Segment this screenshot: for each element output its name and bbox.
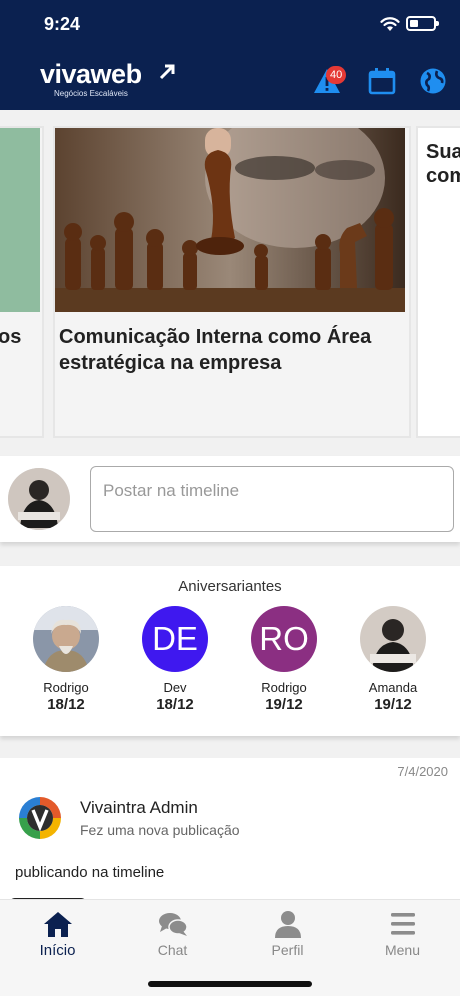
- home-indicator: [148, 981, 312, 987]
- post-author[interactable]: Vivaintra Admin: [80, 798, 198, 818]
- news-title-partial-next: Sua com: [426, 141, 460, 187]
- user-icon: [274, 911, 301, 938]
- tab-inicio[interactable]: Início: [0, 910, 115, 959]
- tab-perfil[interactable]: Perfil: [230, 910, 345, 958]
- news-carousel[interactable]: os Comunicação Interna como Área estraté…: [0, 120, 460, 440]
- birthday-person[interactable]: DE Dev 18/12: [125, 606, 225, 713]
- post-date: 7/4/2020: [397, 764, 448, 779]
- globe-icon[interactable]: [418, 66, 448, 96]
- calendar-icon[interactable]: [367, 66, 397, 96]
- chat-icon: [158, 913, 188, 936]
- tab-menu[interactable]: Menu: [345, 910, 460, 958]
- status-bar: 9:24: [0, 0, 460, 48]
- birthday-name: Rodrigo: [43, 680, 89, 695]
- battery-icon: [406, 16, 439, 31]
- birthdays-section: Aniversariantes Rodrigo 18/12 DE Dev 18/…: [0, 566, 460, 736]
- birthday-name: Amanda: [368, 680, 418, 695]
- avatar: [360, 606, 426, 672]
- news-card-previous[interactable]: os: [0, 126, 44, 438]
- news-card[interactable]: Comunicação Interna como Área estratégic…: [53, 126, 411, 438]
- timeline-post: 7/4/2020 Vivaintra Admin Fez uma nova pu…: [0, 758, 460, 918]
- vivaweb-logo[interactable]: vivaweb Negócios Escaláveis: [40, 60, 180, 104]
- tab-label: Chat: [157, 942, 188, 958]
- news-title: Comunicação Interna como Área estratégic…: [59, 326, 372, 374]
- home-icon: [43, 912, 72, 937]
- logo-arrow-icon: [159, 64, 175, 80]
- birthday-date: 18/12: [47, 696, 85, 713]
- menu-icon: [390, 913, 415, 935]
- post-timeline-input[interactable]: Postar na timeline: [90, 466, 454, 532]
- birthdays-title: Aniversariantes: [178, 578, 282, 595]
- vivaintra-logo-icon[interactable]: [18, 796, 62, 840]
- avatar: [33, 606, 99, 672]
- avatar: RO: [251, 606, 317, 672]
- birthday-date: 19/12: [265, 696, 303, 713]
- tab-label: Perfil: [271, 942, 304, 958]
- avatar: DE: [142, 606, 208, 672]
- birthday-date: 19/12: [374, 696, 412, 713]
- birthday-person[interactable]: RO Rodrigo 19/12: [234, 606, 334, 713]
- app-header: 9:24 vivaweb Negócios Escaláveis 40: [0, 0, 460, 110]
- birthday-person[interactable]: Amanda 19/12: [343, 606, 443, 713]
- news-title-partial: os: [0, 326, 22, 348]
- notification-badge: 40: [326, 66, 347, 84]
- post-text: publicando na timeline: [15, 864, 165, 881]
- birthday-person[interactable]: Rodrigo 18/12: [16, 606, 116, 713]
- logo-subtitle: Negócios Escaláveis: [54, 89, 128, 98]
- chess-news-image: [55, 128, 405, 312]
- news-image: [0, 128, 40, 312]
- birthday-date: 18/12: [156, 696, 194, 713]
- tab-chat[interactable]: Chat: [115, 910, 230, 958]
- news-card-next[interactable]: Sua com: [416, 126, 460, 438]
- birthday-name: Dev: [163, 680, 187, 695]
- post-composer: Postar na timeline: [0, 456, 460, 542]
- post-action: Fez uma nova publicação: [80, 822, 240, 838]
- tab-label: Menu: [384, 942, 421, 958]
- birthday-name: Rodrigo: [261, 680, 307, 695]
- tab-label: Início: [39, 942, 76, 959]
- status-time: 9:24: [44, 14, 81, 34]
- avatar[interactable]: [8, 468, 70, 530]
- wifi-icon: [380, 17, 400, 31]
